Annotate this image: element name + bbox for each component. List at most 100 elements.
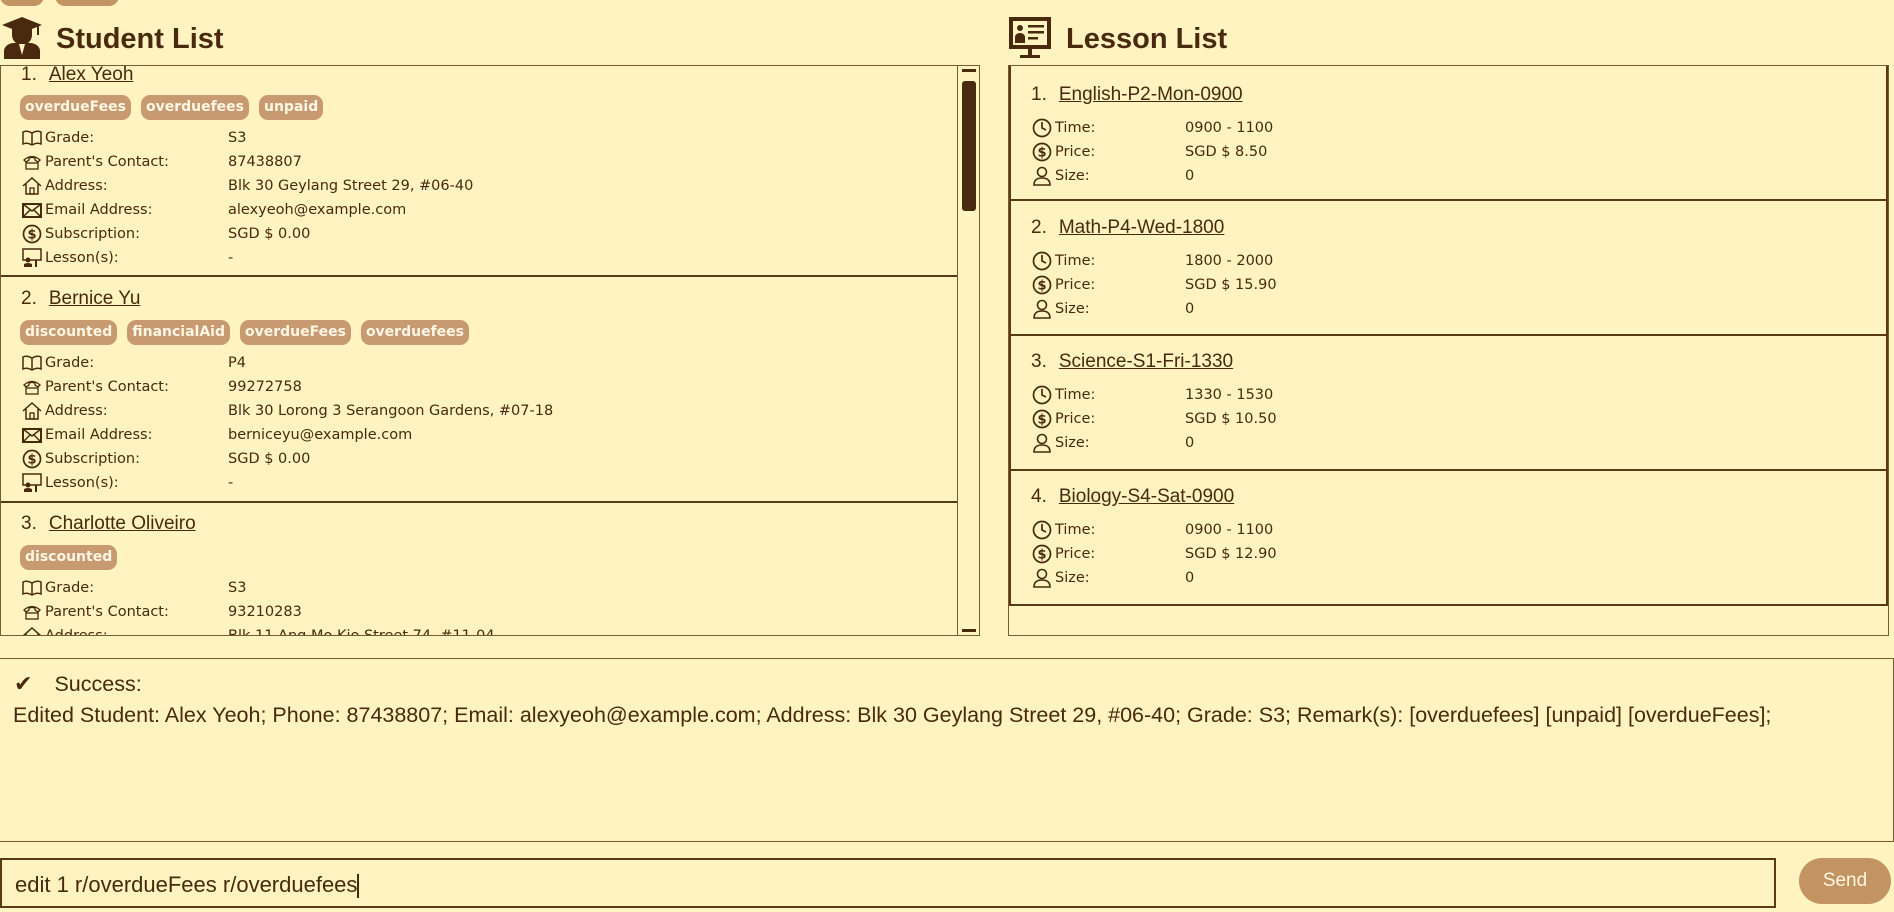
lessons-value: - bbox=[228, 250, 234, 266]
time-value: 1800 - 2000 bbox=[1185, 253, 1274, 269]
tag-badge: overduefees bbox=[140, 95, 249, 120]
address-value: Blk 30 Geylang Street 29, #06-40 bbox=[228, 178, 474, 194]
time-row: Time: 1800 - 2000 bbox=[1031, 249, 1273, 273]
address-label: Address: bbox=[45, 403, 108, 419]
student-list[interactable]: 1. Alex Yeoh overdueFees overduefees unp… bbox=[0, 65, 980, 636]
person-icon bbox=[1031, 165, 1053, 187]
address-row: Address: Blk 30 Geylang Street 29, #06-4… bbox=[21, 174, 473, 198]
scroll-thumb[interactable] bbox=[962, 81, 976, 211]
address-label: Address: bbox=[45, 178, 108, 194]
email-value: alexyeoh@example.com bbox=[228, 202, 407, 218]
time-value: 0900 - 1100 bbox=[1185, 120, 1274, 136]
lesson-index: 3. bbox=[1031, 351, 1047, 372]
result-message: Edited Student: Alex Yeoh; Phone: 874388… bbox=[13, 703, 1772, 727]
svg-text:$: $ bbox=[1037, 548, 1046, 563]
lesson-card[interactable]: 2. Math-P4-Wed-1800 Time: 1800 - 2000 $ … bbox=[1009, 201, 1888, 336]
tag-badge: financialAid bbox=[127, 320, 230, 345]
email-label: Email Address: bbox=[45, 427, 153, 443]
price-value: SGD $ 15.90 bbox=[1185, 277, 1277, 293]
grade-row: Grade: P4 bbox=[21, 351, 246, 375]
student-tags: discounted financialAid overdueFees over… bbox=[20, 320, 469, 345]
lesson-name: Science-S1-Fri-1330 bbox=[1058, 351, 1234, 372]
dollar-icon: $ bbox=[1031, 408, 1053, 430]
student-card[interactable]: 2. Bernice Yu discounted financialAid ov… bbox=[1, 277, 957, 503]
lesson-list[interactable]: 1. English-P2-Mon-0900 Time: 0900 - 1100… bbox=[1008, 65, 1889, 636]
phone-icon bbox=[21, 376, 43, 398]
student-list-title: Student List bbox=[56, 22, 224, 55]
tag-badge: unpaid bbox=[259, 95, 324, 120]
lesson-board-icon bbox=[1008, 15, 1052, 63]
student-name: Alex Yeoh bbox=[48, 65, 134, 85]
menu-button-file[interactable] bbox=[0, 0, 44, 6]
student-list-header: Student List bbox=[2, 14, 224, 64]
subscription-label: Subscription: bbox=[45, 226, 140, 242]
address-value: Blk 11 Ang Mo Kio Street 74, #11-04 bbox=[228, 628, 495, 636]
lesson-card[interactable]: 1. English-P2-Mon-0900 Time: 0900 - 1100… bbox=[1009, 66, 1888, 201]
student-index: 2. bbox=[21, 288, 37, 309]
student-list-scrollbar[interactable] bbox=[957, 66, 979, 635]
menu-button-help[interactable] bbox=[55, 0, 119, 6]
grade-row: Grade: S3 bbox=[21, 126, 246, 150]
lesson-name: English-P2-Mon-0900 bbox=[1058, 84, 1243, 105]
tag-badge: overduefees bbox=[360, 320, 469, 345]
price-label: Price: bbox=[1055, 144, 1096, 160]
dollar-icon: $ bbox=[1031, 274, 1053, 296]
student-icon bbox=[2, 15, 42, 63]
subscription-value: SGD $ 0.00 bbox=[228, 226, 311, 242]
contact-row: Parent's Contact: 99272758 bbox=[21, 375, 302, 399]
person-icon bbox=[1031, 298, 1053, 320]
lesson-card[interactable]: 3. Science-S1-Fri-1330 Time: 1330 - 1530… bbox=[1009, 336, 1888, 471]
person-icon bbox=[1031, 567, 1053, 589]
student-card[interactable]: 1. Alex Yeoh overdueFees overduefees unp… bbox=[1, 66, 957, 277]
tag-badge: overdueFees bbox=[20, 95, 131, 120]
address-value: Blk 30 Lorong 3 Serangoon Gardens, #07-1… bbox=[228, 403, 554, 419]
lessons-label: Lesson(s): bbox=[45, 475, 119, 491]
lessons-value: - bbox=[228, 475, 234, 491]
subscription-value: SGD $ 0.00 bbox=[228, 451, 311, 467]
lessons-row: Lesson(s): - bbox=[21, 246, 233, 270]
size-value: 0 bbox=[1185, 570, 1195, 586]
tag-badge: discounted bbox=[20, 320, 118, 345]
address-row: Address: Blk 30 Lorong 3 Serangoon Garde… bbox=[21, 399, 553, 423]
home-icon bbox=[21, 400, 43, 422]
student-card[interactable]: 3. Charlotte Oliveiro discounted Grade: … bbox=[1, 503, 957, 636]
email-row: Email Address: alexyeoh@example.com bbox=[21, 198, 406, 222]
student-card-title: 2. Bernice Yu bbox=[21, 288, 140, 310]
lesson-name: Math-P4-Wed-1800 bbox=[1058, 217, 1225, 238]
clock-icon bbox=[1031, 117, 1053, 139]
time-label: Time: bbox=[1055, 387, 1096, 403]
contact-row: Parent's Contact: 93210283 bbox=[21, 600, 302, 624]
price-label: Price: bbox=[1055, 277, 1096, 293]
lesson-list-title: Lesson List bbox=[1066, 22, 1228, 55]
clock-icon bbox=[1031, 384, 1053, 406]
envelope-icon bbox=[21, 199, 43, 221]
student-tags: discounted bbox=[20, 545, 118, 570]
time-row: Time: 1330 - 1530 bbox=[1031, 383, 1273, 407]
lesson-card-title: 2. Math-P4-Wed-1800 bbox=[1031, 217, 1224, 239]
size-row: Size: 0 bbox=[1031, 164, 1194, 188]
size-value: 0 bbox=[1185, 435, 1195, 451]
result-status: ✔ Success: bbox=[14, 671, 142, 697]
result-display: ✔ Success: Edited Student: Alex Yeoh; Ph… bbox=[0, 658, 1894, 842]
command-input[interactable]: edit 1 r/overdueFees r/overduefees bbox=[0, 858, 1776, 908]
text-cursor bbox=[357, 874, 359, 899]
svg-text:$: $ bbox=[1037, 146, 1046, 161]
grade-value: S3 bbox=[228, 130, 247, 146]
result-status-label: Success: bbox=[54, 671, 142, 696]
home-icon bbox=[21, 625, 43, 635]
clock-icon bbox=[1031, 519, 1053, 541]
teacher-icon bbox=[21, 472, 43, 494]
dollar-icon: $ bbox=[1031, 543, 1053, 565]
person-icon bbox=[1031, 432, 1053, 454]
home-icon bbox=[21, 175, 43, 197]
phone-icon bbox=[21, 151, 43, 173]
size-value: 0 bbox=[1185, 301, 1195, 317]
book-icon bbox=[21, 127, 43, 149]
lesson-card-title: 4. Biology-S4-Sat-0900 bbox=[1031, 486, 1234, 508]
tag-badge: overdueFees bbox=[239, 320, 351, 345]
send-button[interactable]: Send bbox=[1799, 858, 1891, 904]
svg-text:$: $ bbox=[27, 453, 36, 468]
grade-row: Grade: S3 bbox=[21, 576, 246, 600]
lesson-card[interactable]: 4. Biology-S4-Sat-0900 Time: 0900 - 1100… bbox=[1009, 471, 1888, 606]
clock-icon bbox=[1031, 250, 1053, 272]
